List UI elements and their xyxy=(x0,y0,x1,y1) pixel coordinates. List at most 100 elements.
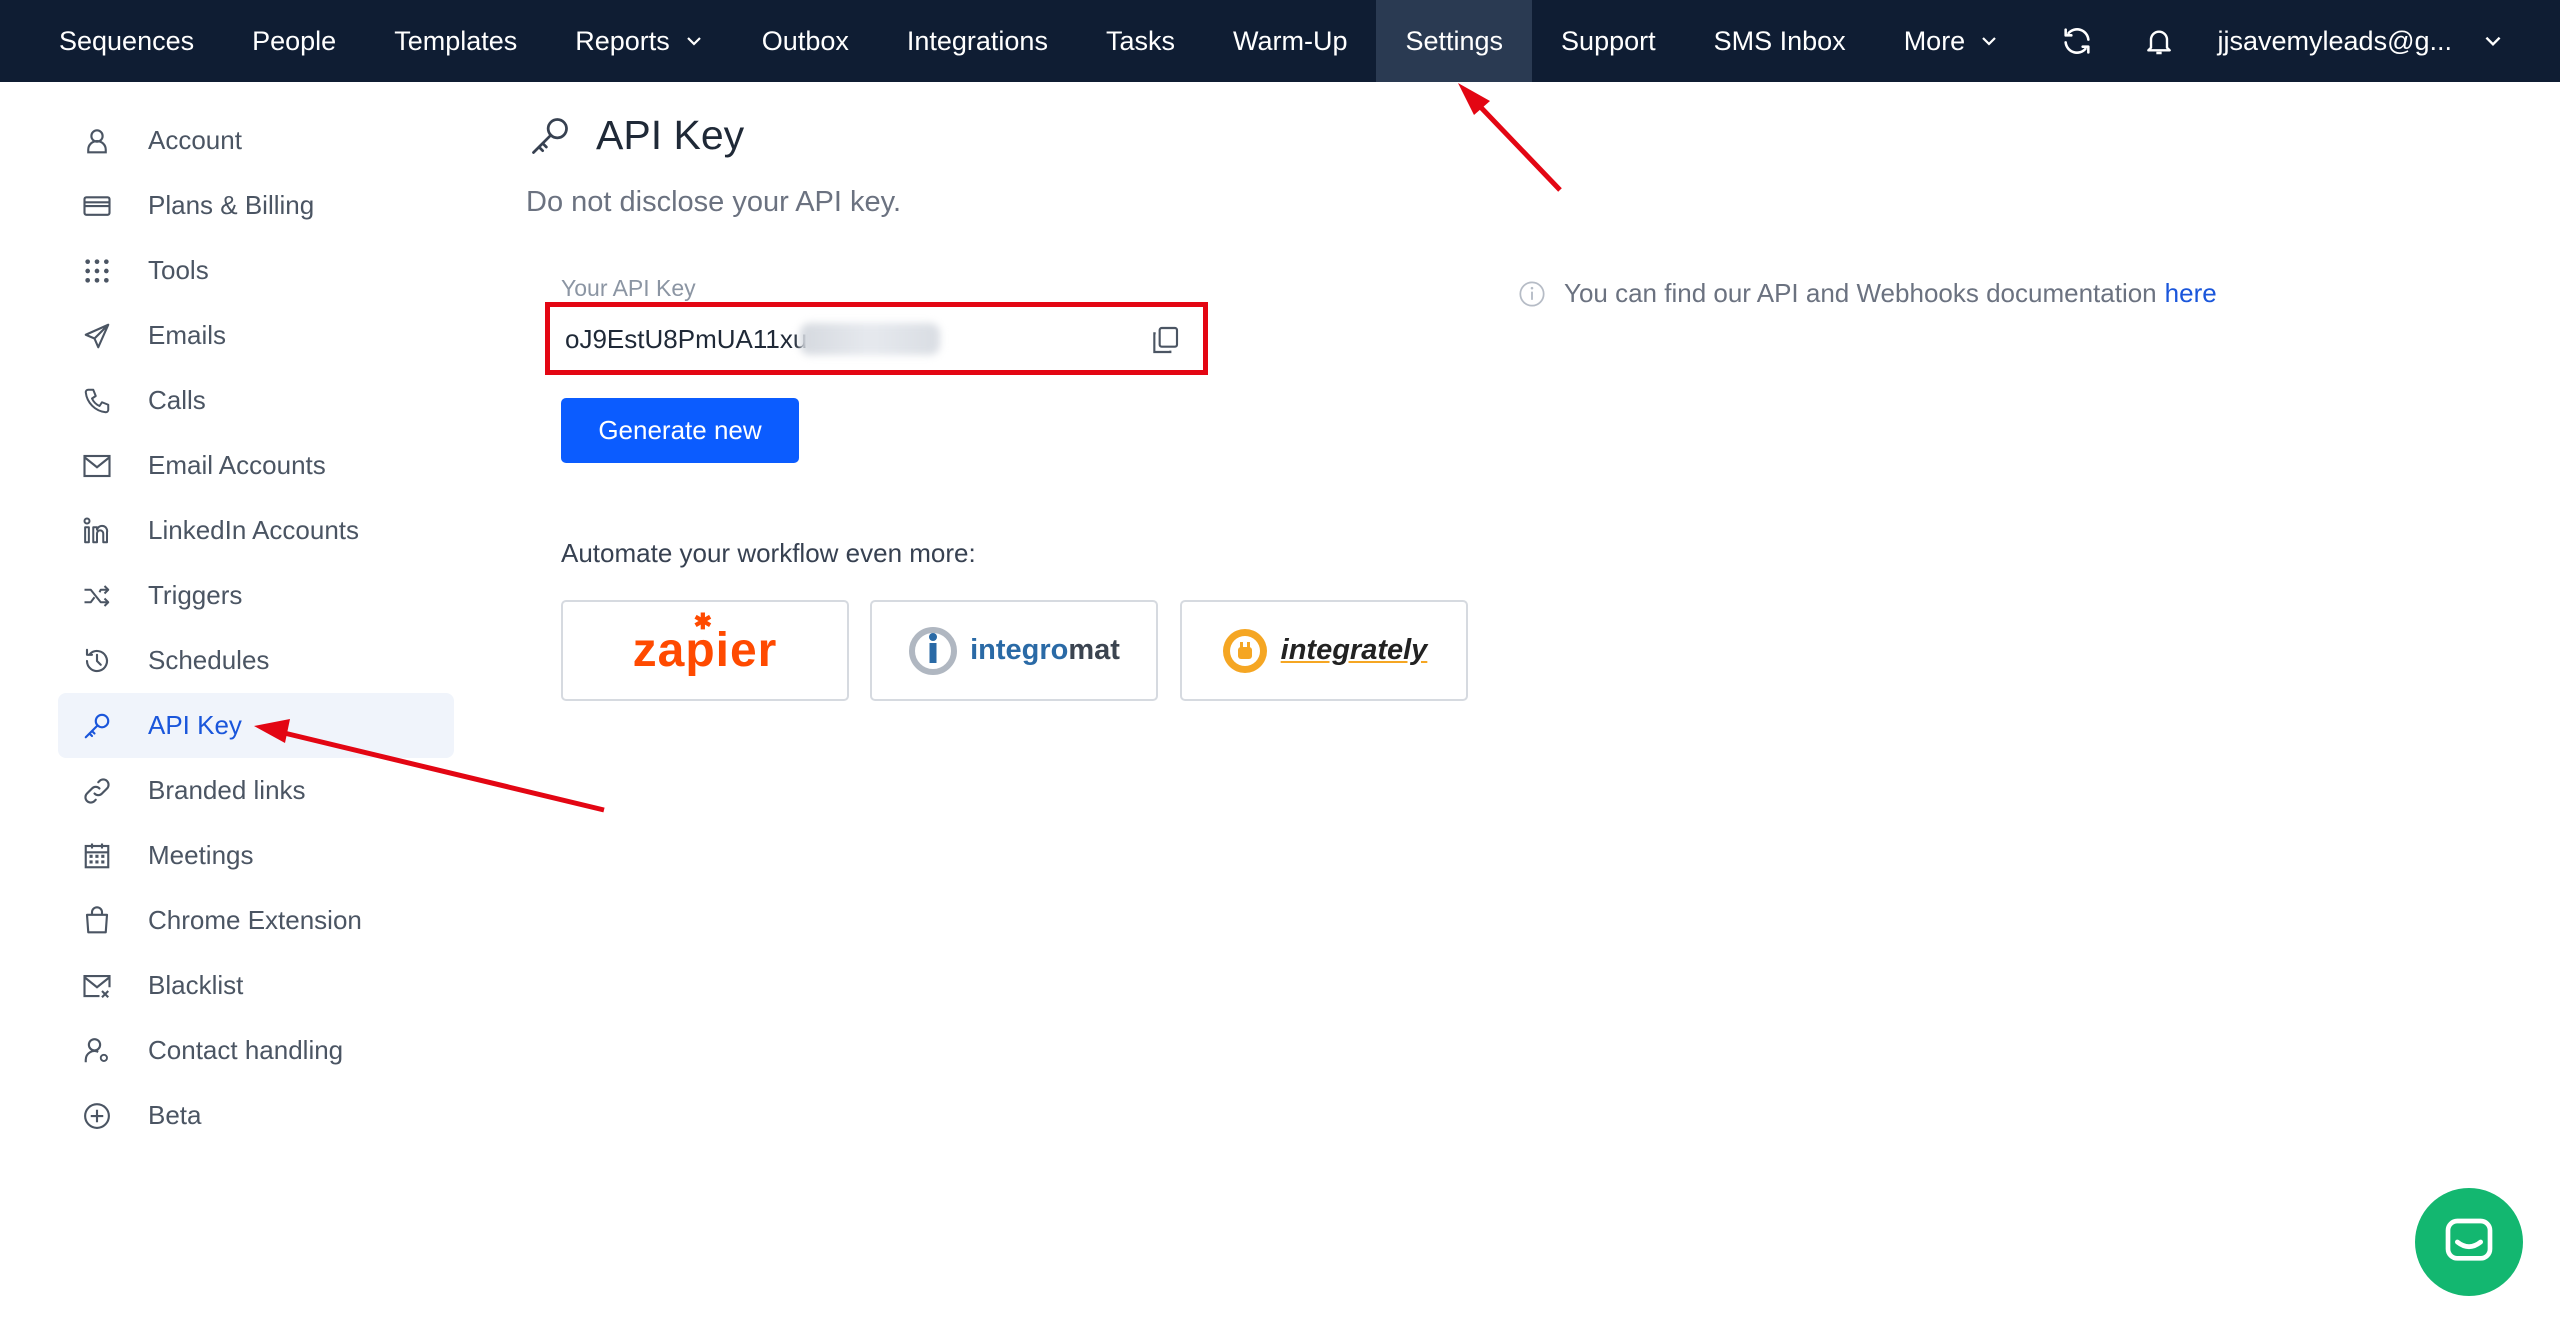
api-key-field[interactable]: oJ9EstU8PmUA11xu xyxy=(545,302,1208,375)
sidebar-item-label: Emails xyxy=(148,320,227,350)
settings-sidebar: Account Plans & Billing Tools Emails Cal… xyxy=(58,108,454,1148)
sidebar-item-triggers[interactable]: Triggers xyxy=(58,563,454,628)
generate-new-button[interactable]: Generate new xyxy=(561,398,799,463)
top-navigation: Sequences People Templates Reports Outbo… xyxy=(0,0,2560,82)
page-subtitle: Do not disclose your API key. xyxy=(526,186,902,218)
nav-more[interactable]: More xyxy=(1875,0,2029,82)
chevron-down-icon xyxy=(2485,36,2501,47)
envelope-x-icon xyxy=(80,969,114,1003)
api-key-value: oJ9EstU8PmUA11xu xyxy=(565,324,808,354)
bell-icon[interactable] xyxy=(2118,0,2200,82)
sidebar-item-branded-links[interactable]: Branded links xyxy=(58,758,454,823)
page-header: API Key xyxy=(528,112,744,159)
integromat-text-part: integro xyxy=(970,634,1069,666)
link-icon xyxy=(80,774,114,808)
envelope-icon xyxy=(80,449,114,483)
sidebar-item-contact-handling[interactable]: Contact handling xyxy=(58,1018,454,1083)
zapier-asterisk: ✱ xyxy=(693,609,714,634)
key-icon xyxy=(532,117,568,154)
chat-icon xyxy=(2445,1218,2493,1261)
zapier-logo: zapier ✱ xyxy=(633,609,778,678)
nav-outbox[interactable]: Outbox xyxy=(733,0,878,82)
sidebar-item-email-accounts[interactable]: Email Accounts xyxy=(58,433,454,498)
nav-right-group: jjsavemyleads@g... xyxy=(2036,0,2560,82)
nav-warm-up[interactable]: Warm-Up xyxy=(1204,0,1377,82)
nav-label: More xyxy=(1903,25,1966,56)
nav-templates[interactable]: Templates xyxy=(365,0,546,82)
nav-label: Support xyxy=(1561,25,1656,56)
sidebar-item-label: Calls xyxy=(148,385,206,415)
nav-settings[interactable]: Settings xyxy=(1376,0,1533,82)
sidebar-item-chrome-extension[interactable]: Chrome Extension xyxy=(58,888,454,953)
nav-label: Settings xyxy=(1405,25,1504,56)
nav-tasks[interactable]: Tasks xyxy=(1077,0,1204,82)
chat-launcher-button[interactable] xyxy=(2415,1188,2523,1296)
nav-reports[interactable]: Reports xyxy=(546,0,733,82)
nav-people[interactable]: People xyxy=(223,0,365,82)
user-menu[interactable]: jjsavemyleads@g... xyxy=(2200,0,2560,82)
sidebar-item-label: Email Accounts xyxy=(148,450,326,480)
sidebar-item-linkedin-accounts[interactable]: LinkedIn Accounts xyxy=(58,498,454,563)
nav-label: Templates xyxy=(394,25,518,56)
nav-label: Outbox xyxy=(761,25,849,56)
sidebar-item-label: Schedules xyxy=(148,645,270,675)
sidebar-item-label: Blacklist xyxy=(148,970,244,1000)
user-settings-icon xyxy=(80,1034,114,1068)
annotation-arrow-settings xyxy=(1468,94,1562,192)
sidebar-item-schedules[interactable]: Schedules xyxy=(58,628,454,693)
paper-plane-icon xyxy=(80,319,114,353)
sidebar-item-label: Chrome Extension xyxy=(148,905,362,935)
integrately-card[interactable]: integrately xyxy=(1180,600,1468,701)
api-key-label: Your API Key xyxy=(561,275,696,301)
sidebar-item-calls[interactable]: Calls xyxy=(58,368,454,433)
sidebar-item-label: Tools xyxy=(148,255,209,285)
integromat-logo-text: integromat xyxy=(970,634,1120,667)
refresh-icon[interactable] xyxy=(2036,0,2118,82)
sidebar-item-beta[interactable]: Beta xyxy=(58,1083,454,1148)
grid-icon xyxy=(80,254,114,288)
sidebar-item-meetings[interactable]: Meetings xyxy=(58,823,454,888)
nav-sequences[interactable]: Sequences xyxy=(0,0,223,82)
sidebar-item-label: Account xyxy=(148,125,242,155)
user-icon xyxy=(80,124,114,158)
docs-info: You can find our API and Webhooks docume… xyxy=(1518,278,2217,309)
sidebar-item-label: Plans & Billing xyxy=(148,190,315,220)
nav-support[interactable]: Support xyxy=(1532,0,1685,82)
integromat-card[interactable]: integromat xyxy=(870,600,1158,701)
nav-label: People xyxy=(252,25,337,56)
copy-icon[interactable] xyxy=(1149,324,1181,356)
nav-label: SMS Inbox xyxy=(1713,25,1846,56)
sidebar-item-tools[interactable]: Tools xyxy=(58,238,454,303)
docs-link[interactable]: here xyxy=(2165,278,2217,309)
nav-label: Tasks xyxy=(1105,25,1175,56)
nav-label: Reports xyxy=(575,25,670,56)
zapier-card[interactable]: zapier ✱ xyxy=(561,600,849,701)
docs-text: You can find our API and Webhooks docume… xyxy=(1564,278,2157,308)
api-key-redacted xyxy=(800,323,940,355)
nav-label: Integrations xyxy=(906,25,1048,56)
shuffle-icon xyxy=(80,579,114,613)
sidebar-item-label: API Key xyxy=(148,710,242,740)
plus-circle-icon xyxy=(80,1099,114,1133)
sidebar-item-label: Beta xyxy=(148,1100,202,1130)
sidebar-item-emails[interactable]: Emails xyxy=(58,303,454,368)
integromat-text-part: mat xyxy=(1068,634,1120,666)
sidebar-item-api-key[interactable]: API Key xyxy=(58,693,454,758)
chevron-down-icon xyxy=(1982,37,1996,46)
sidebar-item-account[interactable]: Account xyxy=(58,108,454,173)
sidebar-item-plans-billing[interactable]: Plans & Billing xyxy=(58,173,454,238)
sidebar-item-label: Branded links xyxy=(148,775,306,805)
sidebar-item-label: Contact handling xyxy=(148,1035,344,1065)
nav-label: Sequences xyxy=(59,25,195,56)
linkedin-icon xyxy=(80,514,114,548)
arrow-head-settings xyxy=(1458,83,1490,115)
nav-label: Warm-Up xyxy=(1232,25,1348,56)
nav-sms-inbox[interactable]: SMS Inbox xyxy=(1685,0,1875,82)
credit-card-icon xyxy=(80,189,114,223)
phone-icon xyxy=(80,384,114,418)
nav-integrations[interactable]: Integrations xyxy=(878,0,1077,82)
sidebar-item-blacklist[interactable]: Blacklist xyxy=(58,953,454,1018)
history-icon xyxy=(80,644,114,678)
integrately-logo-icon xyxy=(1222,628,1267,673)
info-icon xyxy=(1519,280,1545,307)
